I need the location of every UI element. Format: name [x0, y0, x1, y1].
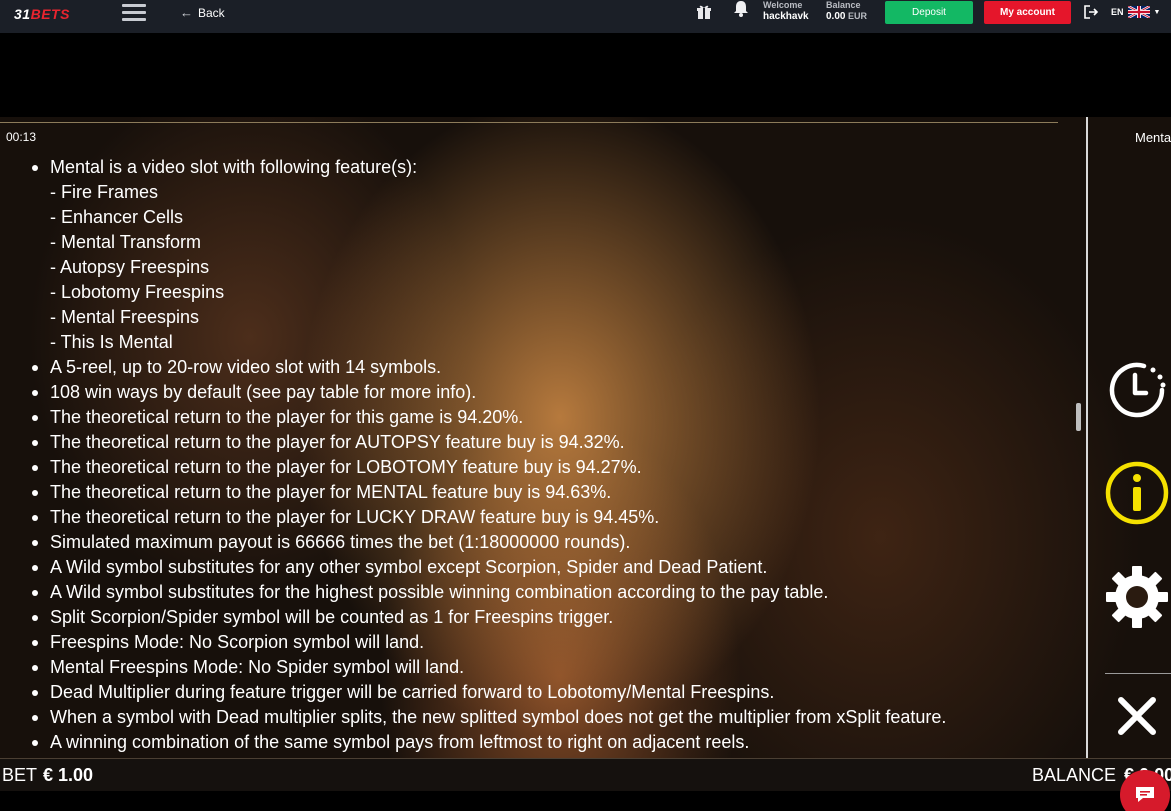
rule-item: Freespins Mode: No Scorpion symbol will …	[26, 630, 1076, 655]
feature-item: - This Is Mental	[50, 332, 173, 352]
rule-item: The theoretical return to the player for…	[26, 405, 1076, 430]
balance-value: 0.00	[826, 11, 846, 22]
bet-value: € 1.00	[43, 765, 94, 785]
session-timer: 00:13	[6, 130, 37, 144]
welcome-label: Welcome	[763, 0, 803, 10]
close-icon[interactable]	[1116, 695, 1158, 737]
rule-item: The theoretical return to the player for…	[26, 505, 1076, 530]
sidebar-separator	[1105, 673, 1171, 674]
back-button[interactable]: ← Back	[180, 5, 225, 20]
chevron-down-icon: ▼	[1153, 8, 1161, 16]
game-info-panel: 00:13 Menta Mental is a video slot with …	[0, 117, 1171, 791]
top-navigation-bar: 31BETS ← Back Welcome hackhavk Balance 0…	[0, 0, 1171, 33]
balance-label: Balance	[826, 0, 861, 10]
language-code: EN	[1111, 7, 1124, 17]
welcome-block: Welcome hackhavk	[763, 0, 809, 22]
info-icon[interactable]	[1104, 460, 1170, 526]
rule-item: A Wild symbol substitutes for the highes…	[26, 580, 1076, 605]
bottom-strip	[0, 791, 1171, 811]
game-title: Menta	[1135, 130, 1171, 145]
language-selector[interactable]: EN ▼	[1111, 6, 1160, 18]
header-balance: Balance 0.00 EUR	[826, 0, 867, 22]
rule-item: A 5-reel, up to 20-row video slot with 1…	[26, 355, 1076, 380]
rule-item: A Wild symbol substitutes for any other …	[26, 555, 1076, 580]
deposit-button[interactable]: Deposit	[885, 1, 973, 24]
bet-display: BET € 1.00	[2, 765, 93, 786]
sidebar-divider	[1086, 117, 1088, 759]
rule-item: A winning combination of the same symbol…	[26, 730, 1076, 755]
rule-item: The theoretical return to the player for…	[26, 455, 1076, 480]
arrow-left-icon: ←	[180, 5, 193, 20]
history-clock-icon[interactable]	[1104, 357, 1170, 423]
rule-item: The theoretical return to the player for…	[26, 480, 1076, 505]
rule-item: 108 win ways by default (see pay table f…	[26, 380, 1076, 405]
bet-label: BET	[2, 765, 38, 785]
game-balance-label: BALANCE	[1032, 765, 1117, 785]
game-rules-list: Mental is a video slot with following fe…	[26, 155, 1076, 755]
rule-item: Dead Multiplier during feature trigger w…	[26, 680, 1076, 705]
feature-item: - Mental Transform	[50, 232, 202, 252]
uk-flag-icon	[1127, 6, 1150, 18]
bottom-bar: BET€ 1.00 BALANCE€ 0.00	[0, 758, 1171, 791]
rule-item: The theoretical return to the player for…	[26, 430, 1076, 455]
settings-gear-icon[interactable]	[1104, 564, 1170, 630]
feature-item: - Mental Freespins	[50, 307, 200, 327]
divider	[0, 122, 1058, 123]
menu-icon[interactable]	[122, 4, 146, 22]
rule-item: When a symbol with Dead multiplier split…	[26, 705, 1076, 730]
rule-item: Simulated maximum payout is 66666 times …	[26, 530, 1076, 555]
feature-item: - Fire Frames	[50, 182, 158, 202]
feature-item: - Lobotomy Freespins	[50, 282, 225, 302]
rule-item: Split Scorpion/Spider symbol will be cou…	[26, 605, 1076, 630]
site-logo[interactable]: 31BETS	[14, 6, 76, 24]
scrollbar-thumb[interactable]	[1076, 403, 1081, 431]
username: hackhavk	[763, 11, 809, 22]
bell-icon[interactable]	[733, 0, 749, 18]
logout-icon[interactable]	[1083, 4, 1099, 20]
back-label: Back	[198, 5, 225, 20]
feature-item: - Enhancer Cells	[50, 207, 184, 227]
feature-item: - Autopsy Freespins	[50, 257, 210, 277]
rule-item: Mental is a video slot with following fe…	[26, 155, 1076, 180]
my-account-button[interactable]: My account	[984, 1, 1071, 24]
gift-icon[interactable]	[696, 4, 712, 20]
balance-currency: EUR	[847, 11, 867, 21]
rule-item: Mental Freespins Mode: No Spider symbol …	[26, 655, 1076, 680]
chat-bubble-icon	[1136, 787, 1154, 802]
